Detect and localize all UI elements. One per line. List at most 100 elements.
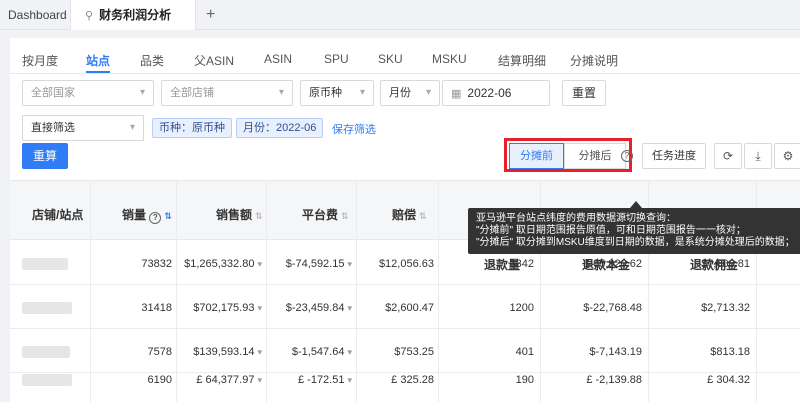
subtab-sku[interactable]: SKU: [378, 52, 403, 66]
cell-platform-fee-value: $-74,592.15: [285, 258, 345, 270]
chevron-down-icon[interactable]: ▾: [257, 347, 262, 357]
top-tab-bar: Dashboard ⚲ 财务利润分析 +: [0, 0, 800, 30]
cell-sales[interactable]: $1,265,332.80 ▾: [176, 242, 262, 286]
cell-platform-fee-value: £ -172.51: [297, 374, 345, 386]
quick-filter-select[interactable]: 直接筛选 ▾: [22, 115, 144, 141]
month-filter-tag[interactable]: 月份：2022-06: [236, 118, 324, 138]
table-row[interactable]: 31418 $702,175.93 ▾ $-23,459.84 ▾ $2,600.4…: [10, 286, 800, 330]
currency-select[interactable]: 原币种 ▾: [300, 80, 374, 106]
chevron-down-icon[interactable]: ▾: [347, 259, 352, 269]
help-icon[interactable]: ?: [621, 150, 633, 162]
header-qty[interactable]: 销量 ? ⇅: [122, 206, 172, 224]
chevron-down-icon: ▾: [129, 122, 135, 133]
sort-icon[interactable]: ⇅: [419, 211, 427, 221]
add-tab-button[interactable]: +: [206, 0, 215, 30]
cell-refund-principal: $-22,768.48: [583, 302, 642, 314]
cell-qty: 31418: [141, 302, 172, 314]
chevron-down-icon: ▾: [425, 87, 431, 98]
tooltip-line: 亚马逊平台站点纬度的费用数据源切换查询：: [476, 213, 676, 224]
allocation-tooltip: 亚马逊平台站点纬度的费用数据源切换查询： "分摊前" 取日期范围报告原值，可和日…: [468, 208, 800, 254]
table-row[interactable]: 6190 £ 64,377.97 ▾ £ -172.51 ▾ £ 325.28 19…: [10, 358, 800, 402]
cell-refund-qty: 190: [515, 374, 534, 386]
cell-sales[interactable]: £ 64,377.97 ▾: [176, 358, 262, 402]
subtab-settlement[interactable]: 结算明细: [498, 52, 546, 69]
date-picker[interactable]: ▦ 2022-06: [442, 80, 550, 106]
sort-desc-icon[interactable]: ⇅: [164, 211, 172, 221]
cell-compensation: $12,056.63: [378, 258, 434, 270]
cell-sales[interactable]: $702,175.93 ▾: [176, 286, 262, 330]
tab-profit-analysis[interactable]: ⚲ 财务利润分析: [70, 0, 196, 30]
cell-platform-fee-value: $-1,547.64: [291, 346, 345, 358]
tab-profit-analysis-label: 财务利润分析: [99, 8, 172, 22]
quick-filter-text: 直接筛选: [31, 122, 75, 134]
chevron-down-icon: ▾: [278, 87, 284, 98]
highlight-box: [504, 138, 632, 172]
download-icon[interactable]: ⤓: [744, 143, 772, 169]
cell-refund-qty: 1200: [509, 302, 534, 314]
calendar-icon: ▦: [451, 88, 462, 100]
sort-icon[interactable]: ⇅: [255, 211, 263, 221]
cell-platform-fee[interactable]: $-23,459.84 ▾: [266, 286, 352, 330]
header-sales[interactable]: 销售额 ⇅: [216, 206, 263, 223]
reset-button[interactable]: 重置: [562, 80, 606, 106]
country-select-text: 全部国家: [31, 87, 75, 99]
header-compensation-label: 赔偿: [392, 208, 417, 222]
chevron-down-icon: ▾: [139, 87, 145, 98]
tooltip-line: "分摊前" 取日期范围报告原值，可和日期范围报告一一核对；: [476, 225, 746, 236]
gear-icon[interactable]: ⚙: [774, 143, 800, 169]
task-progress-button[interactable]: 任务进度: [642, 143, 706, 169]
chevron-down-icon[interactable]: ▾: [257, 303, 262, 313]
cell-refund-commission: £ 304.32: [707, 374, 750, 386]
cell-qty: 73832: [141, 258, 172, 270]
cell-platform-fee[interactable]: $-74,592.15 ▾: [266, 242, 352, 286]
cell-sales-value: $702,175.93: [193, 302, 255, 314]
header-qty-label: 销量: [122, 208, 147, 222]
chevron-down-icon[interactable]: ▾: [347, 375, 352, 385]
chevron-down-icon[interactable]: ▾: [347, 303, 352, 313]
cell-platform-fee[interactable]: £ -172.51 ▾: [266, 358, 352, 402]
chevron-down-icon[interactable]: ▾: [347, 347, 352, 357]
store-select-text: 全部店铺: [170, 87, 214, 99]
chevron-down-icon: ▾: [359, 87, 365, 98]
refresh-icon[interactable]: ⟳: [714, 143, 742, 169]
chevron-down-icon[interactable]: ▾: [257, 375, 262, 385]
cell-refund-commission: $2,713.32: [701, 302, 750, 314]
subtab-monthly[interactable]: 按月度: [22, 52, 58, 69]
cell-compensation: $2,600.47: [385, 302, 434, 314]
subtab-category[interactable]: 品类: [140, 52, 164, 69]
subtab-parent-asin[interactable]: 父ASIN: [194, 52, 234, 69]
recalculate-button[interactable]: 重算: [22, 143, 68, 169]
country-select[interactable]: 全部国家 ▾: [22, 80, 154, 106]
subtab-spu[interactable]: SPU: [324, 52, 349, 66]
cell-qty: 6190: [147, 374, 172, 386]
redacted-store-name: [22, 302, 72, 314]
pin-icon[interactable]: ⚲: [85, 10, 93, 22]
redacted-store-name: [22, 374, 72, 386]
cell-sales-value: $139,593.14: [193, 346, 255, 358]
subtab-msku[interactable]: MSKU: [432, 52, 467, 66]
main-panel: 按月度 站点 品类 父ASIN ASIN SPU SKU MSKU 结算明细 分…: [10, 38, 800, 402]
header-store: 店铺/站点: [32, 208, 84, 222]
period-type-select[interactable]: 月份 ▾: [380, 80, 440, 106]
period-type-text: 月份: [389, 87, 411, 99]
currency-select-text: 原币种: [309, 87, 342, 99]
cell-sales-value: £ 64,377.97: [196, 374, 255, 386]
header-compensation[interactable]: 赔偿 ⇅: [392, 206, 427, 223]
header-platform-fee[interactable]: 平台费 ⇅: [302, 206, 349, 223]
tooltip-line: "分摊后" 取分摊到MSKU维度到日期的数据，是系统分摊处理后的数据；: [476, 237, 795, 248]
subtab-site[interactable]: 站点: [86, 52, 110, 69]
subtab-allocation-note[interactable]: 分摊说明: [570, 52, 618, 69]
sort-icon[interactable]: ⇅: [341, 211, 349, 221]
header-platform-fee-label: 平台费: [302, 208, 339, 222]
save-filter-link[interactable]: 保存筛选: [332, 121, 376, 137]
tab-dashboard[interactable]: Dashboard: [8, 0, 67, 30]
store-select[interactable]: 全部店铺 ▾: [161, 80, 293, 106]
subtab-divider: [10, 73, 800, 74]
chevron-down-icon[interactable]: ▾: [257, 259, 262, 269]
header-sales-label: 销售额: [216, 208, 253, 222]
redacted-store-name: [22, 346, 70, 358]
cell-refund-principal: £ -2,139.88: [586, 374, 642, 386]
help-icon[interactable]: ?: [149, 212, 162, 224]
currency-filter-tag[interactable]: 币种：原币种: [152, 118, 232, 138]
subtab-asin[interactable]: ASIN: [264, 52, 292, 66]
